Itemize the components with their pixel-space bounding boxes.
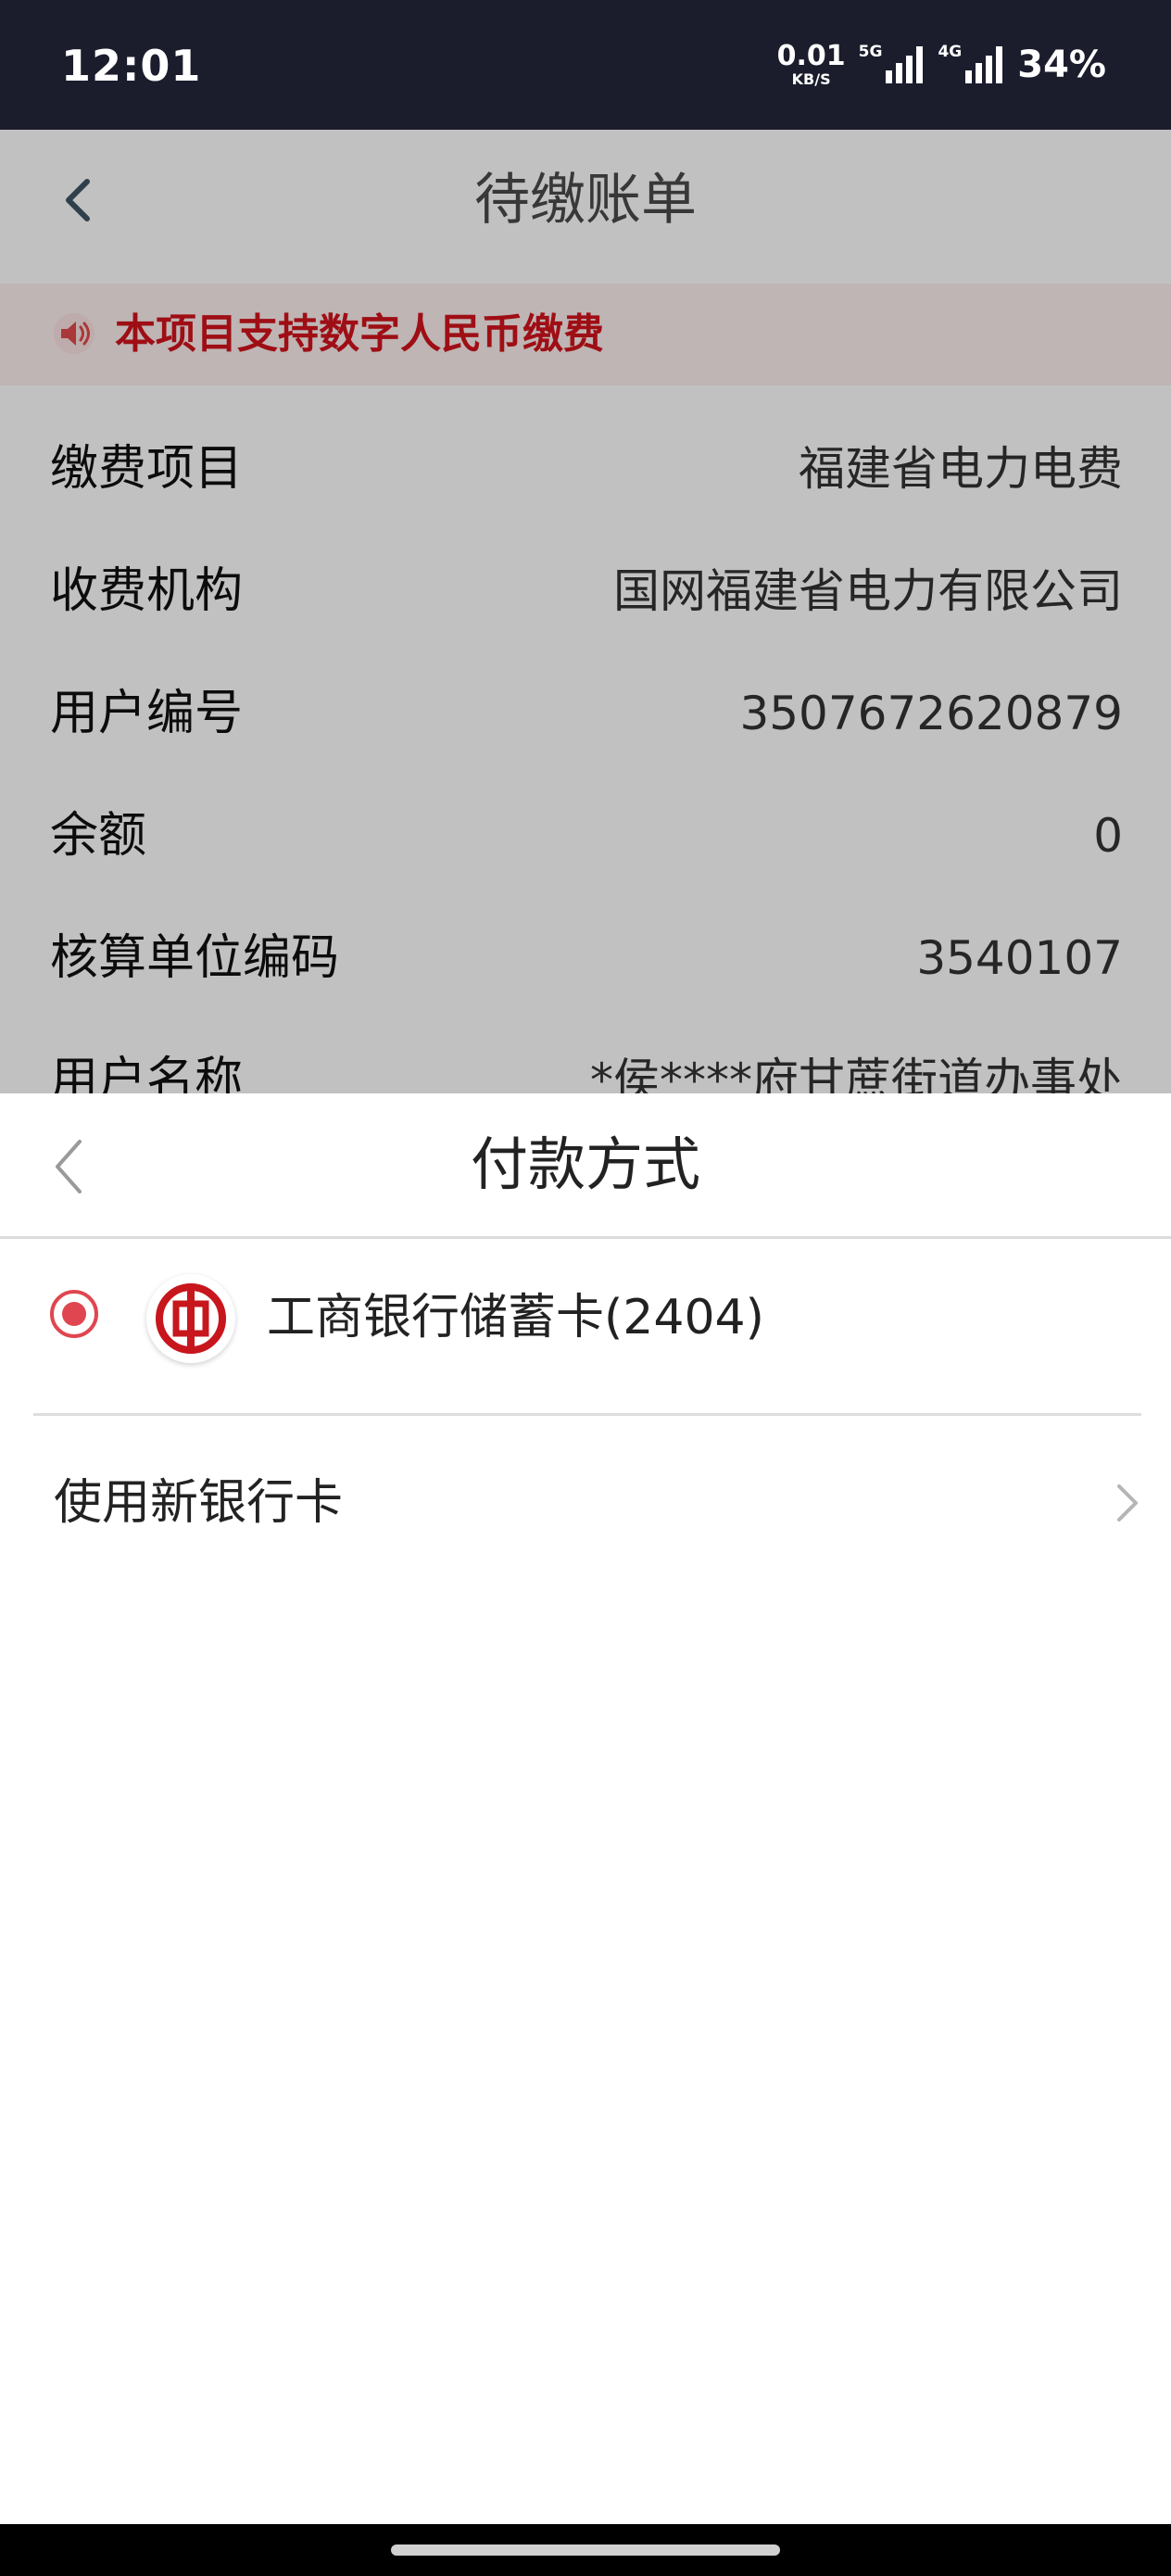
icbc-logo-icon — [146, 1274, 235, 1363]
payment-method-sheet: 付款方式 工商银行储蓄卡(2404) 使用新银行卡 — [0, 1093, 1171, 2524]
network-speed-value: 0.01 — [776, 40, 846, 72]
modal-backdrop[interactable] — [0, 130, 1171, 1093]
signal-strength-icon — [965, 46, 1003, 83]
signal-type-4g: 4G — [938, 43, 963, 61]
home-indicator[interactable] — [391, 2544, 780, 2556]
status-time: 12:01 — [61, 41, 202, 91]
payment-option-icbc[interactable]: 工商银行储蓄卡(2404) — [0, 1239, 1171, 1396]
signal-strength-icon — [886, 46, 924, 83]
signal-type-5g: 5G — [858, 43, 883, 61]
back-arrow-icon[interactable] — [44, 1134, 96, 1199]
status-bar: 12:01 0.01 KB/S 5G 4G 34% — [0, 0, 1171, 130]
status-icons: 0.01 KB/S 5G 4G 34% — [777, 35, 1106, 95]
battery-level: 34% — [1017, 44, 1106, 86]
chevron-right-icon — [1117, 1484, 1138, 1522]
network-speed-unit: KB/S — [791, 70, 831, 88]
network-speed: 0.01 KB/S — [777, 43, 846, 87]
use-new-card-label: 使用新银行卡 — [54, 1475, 344, 1531]
payment-option-label: 工商银行储蓄卡(2404) — [267, 1290, 764, 1345]
sheet-header: 付款方式 — [0, 1093, 1171, 1239]
system-nav-bar — [0, 2524, 1171, 2576]
sheet-title: 付款方式 — [470, 1130, 700, 1198]
radio-dot-icon — [62, 1302, 86, 1326]
radio-selected[interactable] — [50, 1290, 98, 1338]
use-new-card-row[interactable]: 使用新银行卡 — [0, 1416, 1171, 1590]
